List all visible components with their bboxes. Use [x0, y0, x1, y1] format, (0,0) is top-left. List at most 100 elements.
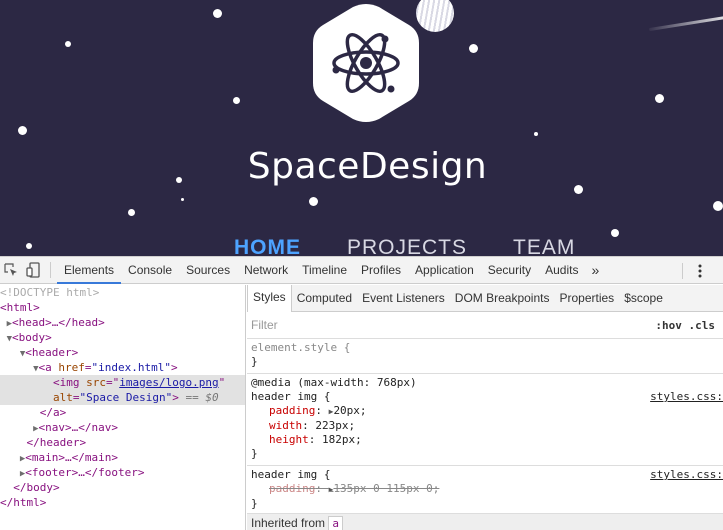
dom-node-header[interactable]: ▼<header> — [0, 345, 245, 360]
css-property[interactable]: height: 182px; — [251, 433, 719, 447]
nav-link-projects[interactable]: PROJECTS — [347, 236, 467, 256]
kebab-menu-icon[interactable] — [689, 257, 711, 284]
attr-name: href — [58, 361, 85, 374]
property-name: height — [269, 433, 309, 446]
star — [469, 44, 478, 53]
head-tag: <head>…</head> — [12, 316, 105, 329]
property-value: 223px; — [315, 419, 356, 432]
toolbar-divider — [682, 262, 683, 279]
tab-security[interactable]: Security — [481, 257, 538, 284]
star — [181, 198, 184, 201]
site-nav: HOME PROJECTS TEAM — [234, 236, 575, 256]
css-rule-base[interactable]: header img { styles.css: padding: ▶135px… — [247, 466, 723, 516]
filter-input[interactable]: Filter — [251, 318, 278, 332]
devtools-toolbar: Elements Console Sources Network Timelin… — [0, 257, 723, 284]
star — [534, 132, 538, 136]
dom-node-img-selected[interactable]: <img src="images/logo.png" — [0, 375, 245, 390]
html-close-tag: </html> — [0, 496, 47, 509]
inherited-section: Inherited from a — [247, 513, 723, 530]
dom-node-body-close[interactable]: </body> — [0, 480, 245, 495]
attr-name: src — [86, 376, 106, 389]
tab-styles[interactable]: Styles — [247, 285, 292, 312]
tab-sources[interactable]: Sources — [179, 257, 237, 284]
tab-application[interactable]: Application — [408, 257, 481, 284]
tab-properties[interactable]: Properties — [554, 285, 619, 312]
rule-selector: header img { — [251, 390, 331, 403]
tab-profiles[interactable]: Profiles — [354, 257, 408, 284]
star — [213, 9, 222, 18]
property-name: width — [269, 419, 303, 432]
tab-scope[interactable]: $scope — [619, 285, 668, 312]
css-rule-media[interactable]: @media (max-width: 768px) header img { s… — [247, 374, 723, 466]
attr-link-value[interactable]: images/logo.png — [119, 376, 218, 389]
rule-selector: header img { — [251, 468, 331, 481]
hov-cls-buttons[interactable]: :hov .cls — [655, 319, 715, 332]
attr-value: "index.html" — [91, 361, 172, 374]
html-open-tag: <html> — [0, 301, 40, 314]
star — [128, 209, 135, 216]
doctype-text: <!DOCTYPE html> — [0, 286, 100, 299]
element-style-rule[interactable]: element.style { } — [247, 339, 723, 374]
tag-bracket: > — [171, 361, 178, 374]
devtools-menu-area — [676, 257, 711, 284]
tab-computed[interactable]: Computed — [292, 285, 357, 312]
styles-filter-bar: Filter :hov .cls — [247, 312, 723, 339]
selected-marker: == $0 — [185, 391, 219, 404]
dom-node-html[interactable]: <html> — [0, 300, 245, 315]
dom-node-a[interactable]: ▼<a href="index.html"> — [0, 360, 245, 375]
toolbar-divider — [50, 262, 51, 278]
device-mode-icon[interactable] — [22, 257, 44, 284]
main-tag: <main>…</main> — [25, 451, 119, 464]
dom-node-a-close[interactable]: </a> — [0, 405, 245, 420]
star — [611, 229, 619, 237]
a-open-tag: <a — [38, 361, 59, 374]
tab-timeline[interactable]: Timeline — [295, 257, 354, 284]
tab-event-listeners[interactable]: Event Listeners — [357, 285, 450, 312]
a-close-tag: </a> — [39, 406, 67, 419]
media-query: @media (max-width: 768px) — [251, 376, 417, 389]
css-property[interactable]: padding: ▶20px; — [251, 404, 719, 419]
tab-network[interactable]: Network — [237, 257, 295, 284]
header-open-tag: <header> — [25, 346, 79, 359]
more-tabs-button[interactable]: » — [585, 262, 605, 278]
dom-node-img-selected-cont[interactable]: alt="Space Design"> == $0 — [0, 390, 245, 405]
dom-node-head[interactable]: ▶<head>…</head> — [0, 315, 245, 330]
nav-tag: <nav>…</nav> — [38, 421, 119, 434]
dom-node-header-close[interactable]: </header> — [0, 435, 245, 450]
body-open-tag: <body> — [12, 331, 52, 344]
nav-link-team[interactable]: TEAM — [513, 236, 575, 256]
dom-node-footer[interactable]: ▶<footer>…</footer> — [0, 465, 245, 480]
rule-close-brace: } — [251, 355, 258, 368]
inspect-element-icon[interactable] — [0, 257, 22, 284]
comet-decoration — [648, 14, 723, 32]
attr-name: alt — [52, 391, 73, 404]
tab-console[interactable]: Console — [121, 257, 179, 284]
nav-link-home[interactable]: HOME — [234, 236, 301, 256]
rule-source-link[interactable]: styles.css: — [650, 468, 723, 482]
attr-value: "Space Design" — [79, 391, 173, 404]
css-property-overridden[interactable]: padding: ▶135px 0 115px 0; — [251, 482, 719, 497]
css-property[interactable]: width: 223px; — [251, 419, 719, 433]
dom-node-html-close[interactable]: </html> — [0, 495, 245, 510]
img-open-tag: <img — [52, 376, 87, 389]
dom-node-doctype[interactable]: <!DOCTYPE html> — [0, 285, 245, 300]
dom-tree: <!DOCTYPE html> <html> ▶<head>…</head> ▼… — [0, 285, 246, 530]
devtools-panel: Elements Console Sources Network Timelin… — [0, 256, 723, 530]
tab-elements[interactable]: Elements — [57, 257, 122, 284]
page-preview: SpaceDesign HOME PROJECTS TEAM — [0, 0, 723, 256]
star — [18, 126, 27, 135]
inherited-label: Inherited from — [251, 516, 326, 530]
styles-tabs: Styles Computed Event Listeners DOM Brea… — [247, 285, 723, 312]
property-value: 182px; — [322, 433, 362, 446]
tab-audits[interactable]: Audits — [538, 257, 585, 284]
star — [65, 41, 71, 47]
inherited-tag[interactable]: a — [328, 516, 344, 530]
star — [309, 197, 318, 206]
rule-close-brace: } — [251, 447, 258, 460]
dom-node-main[interactable]: ▶<main>…</main> — [0, 450, 245, 465]
atom-logo-icon — [313, 4, 419, 122]
tab-dom-breakpoints[interactable]: DOM Breakpoints — [450, 285, 555, 312]
dom-node-nav[interactable]: ▶<nav>…</nav> — [0, 420, 245, 435]
dom-node-body[interactable]: ▼<body> — [0, 330, 245, 345]
rule-source-link[interactable]: styles.css: — [650, 390, 723, 404]
